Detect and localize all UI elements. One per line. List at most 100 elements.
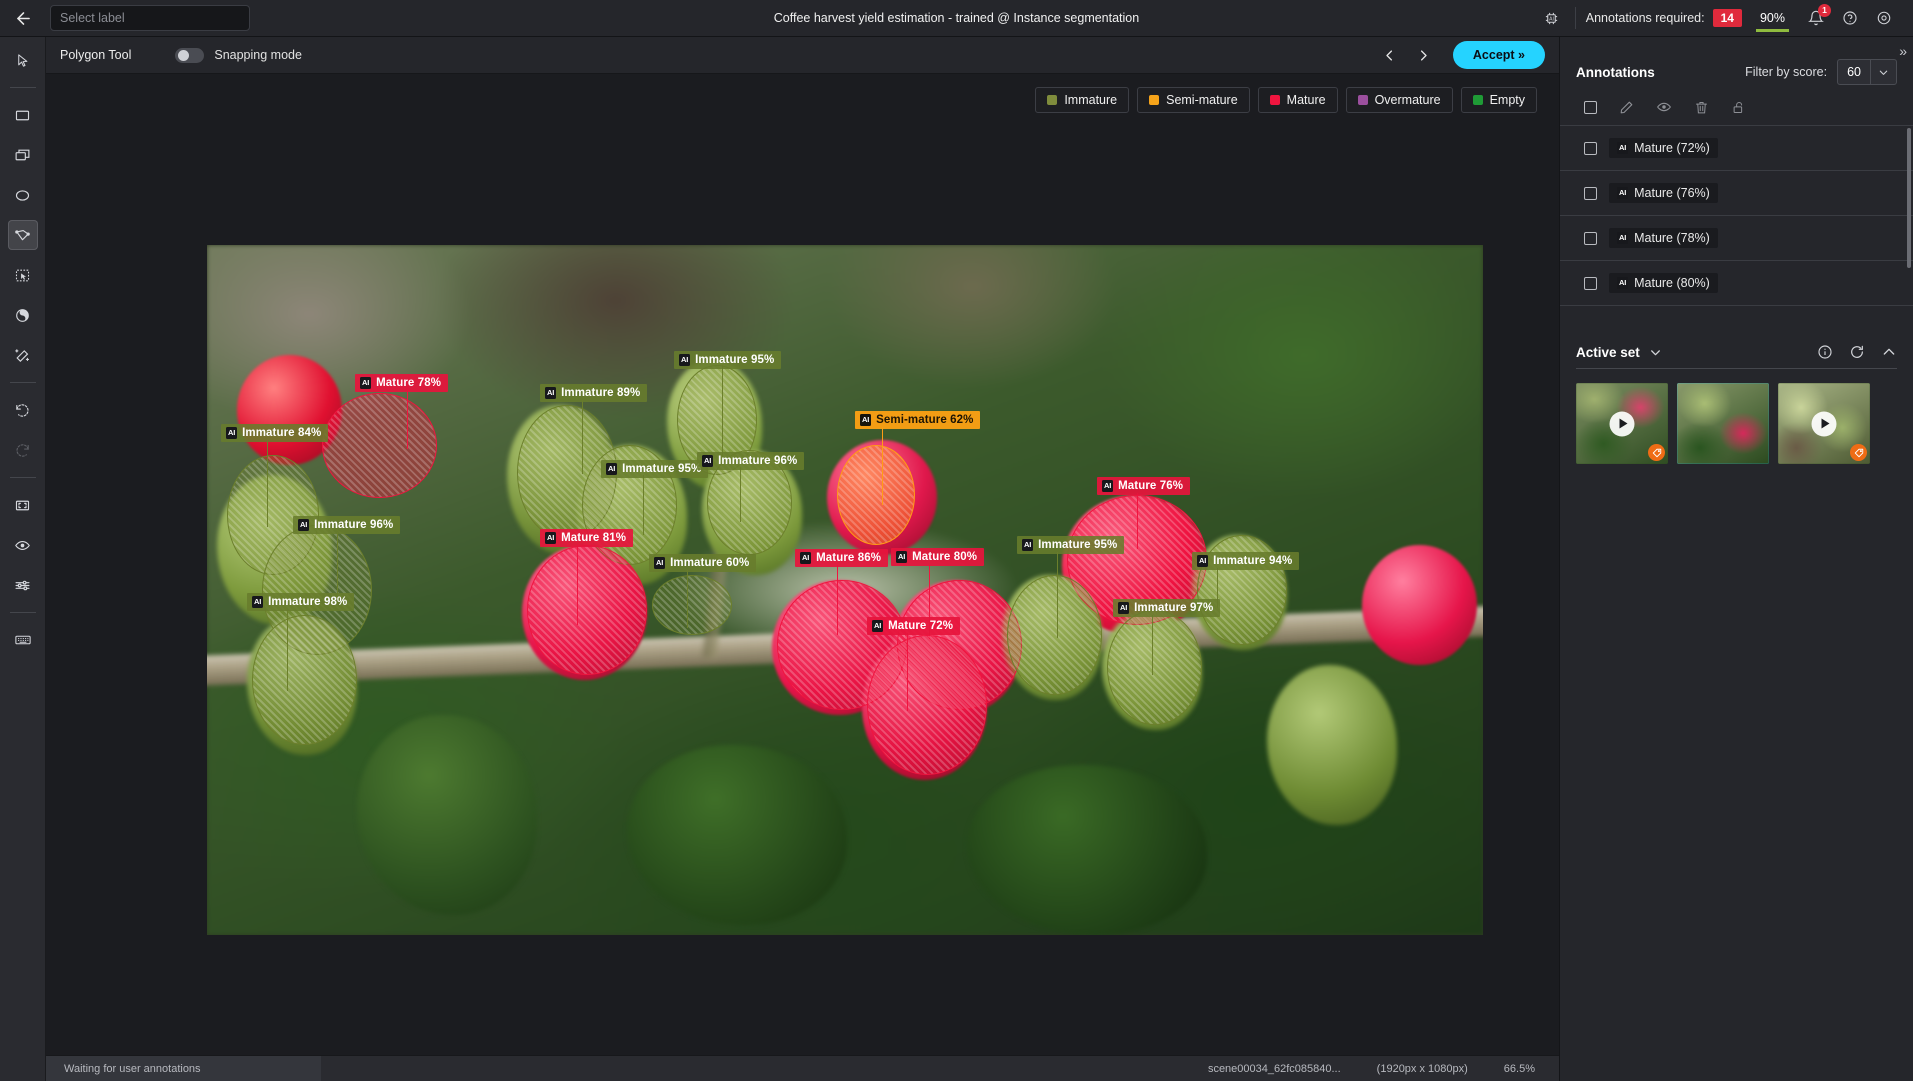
segmentation-shape[interactable]: [652, 575, 732, 635]
annotation-label[interactable]: AI Immature 95%: [1017, 536, 1125, 554]
annotation-label[interactable]: AI Mature 76%: [1097, 477, 1191, 495]
lock-annotation-button[interactable]: [1731, 100, 1746, 115]
annotation-label[interactable]: AI Mature 80%: [891, 548, 985, 566]
annotation-label-text: Immature 60%: [670, 557, 750, 569]
segmentation-shape[interactable]: [322, 393, 437, 498]
bounding-box-tool[interactable]: [8, 100, 38, 130]
label-select-input[interactable]: Select label: [50, 5, 250, 31]
annotation-label[interactable]: AI Mature 81%: [540, 529, 634, 547]
info-circle-icon[interactable]: [1817, 344, 1833, 360]
annotation-label[interactable]: AI Immature 89%: [540, 384, 648, 402]
thumbnail-1[interactable]: [1576, 383, 1668, 464]
canvas-area[interactable]: Immature Semi-mature Mature Overmature Empty: [46, 74, 1559, 1055]
annotation-label[interactable]: AI Mature 86%: [795, 549, 889, 567]
toggle-visibility-button[interactable]: [8, 530, 38, 560]
annotation-row-checkbox[interactable]: [1584, 141, 1597, 155]
label-chip-mature[interactable]: Mature: [1257, 87, 1338, 113]
toggle-annotation-visibility-button[interactable]: [1656, 99, 1672, 115]
delete-annotation-button[interactable]: [1694, 100, 1709, 115]
snapping-mode-toggle[interactable]: [175, 47, 205, 63]
object-coloring-tool[interactable]: [8, 300, 38, 330]
progress-percent[interactable]: 90%: [1746, 0, 1799, 37]
segmentation-shape[interactable]: [867, 635, 987, 775]
ai-badge: AI: [896, 551, 908, 563]
back-button[interactable]: [0, 0, 46, 37]
selection-tool[interactable]: [8, 45, 38, 75]
refresh-icon[interactable]: [1849, 344, 1865, 360]
annotation-label[interactable]: AI Immature 60%: [649, 554, 757, 572]
tag-icon: [1648, 444, 1665, 461]
chevron-double-right-icon[interactable]: »: [1899, 43, 1907, 59]
help-circle-icon[interactable]: [1833, 0, 1867, 37]
auto-segmentation-tool[interactable]: [8, 340, 38, 370]
segmentation-shape[interactable]: [837, 445, 915, 545]
annotation-label[interactable]: AI Immature 98%: [247, 593, 355, 611]
segmentation-shape[interactable]: [1107, 610, 1202, 725]
annotation-label[interactable]: AI Mature 72%: [867, 617, 961, 635]
chevron-down-icon[interactable]: [1871, 60, 1896, 84]
fit-to-screen-button[interactable]: [8, 490, 38, 520]
sub-bar-right-group: Accept »: [1375, 40, 1545, 70]
status-filename: scene00034_62fc085840...: [1207, 1062, 1341, 1075]
annotation-label[interactable]: AI Immature 96%: [293, 516, 401, 534]
annotation-row[interactable]: AI Mature (78%): [1560, 216, 1913, 261]
annotation-label[interactable]: AI Semi-mature 62%: [855, 411, 981, 429]
annotation-row-checkbox[interactable]: [1584, 276, 1597, 290]
chevron-up-icon[interactable]: [1881, 344, 1897, 360]
chevron-down-icon[interactable]: [1649, 346, 1662, 359]
accept-button[interactable]: Accept »: [1452, 41, 1545, 69]
annotation-row[interactable]: AI Mature (72%): [1560, 126, 1913, 171]
next-frame-button[interactable]: [1409, 40, 1439, 70]
gear-icon[interactable]: [1867, 0, 1901, 37]
active-set-title: Active set: [1576, 344, 1640, 360]
rotated-box-tool[interactable]: [8, 140, 38, 170]
chip-label: Empty: [1489, 93, 1525, 107]
label-chip-semi-mature[interactable]: Semi-mature: [1137, 87, 1250, 113]
annotation-row[interactable]: AI Mature (76%): [1560, 171, 1913, 216]
annotation-label[interactable]: AI Immature 95%: [674, 351, 782, 369]
annotation-row[interactable]: AI Mature (80%): [1560, 261, 1913, 306]
segmentation-shape[interactable]: [527, 545, 647, 675]
segmentation-shape[interactable]: [1007, 575, 1102, 695]
bell-icon[interactable]: 1: [1799, 0, 1833, 37]
previous-frame-button[interactable]: [1375, 40, 1405, 70]
play-icon[interactable]: [1609, 411, 1635, 436]
annotation-row-checkbox[interactable]: [1584, 231, 1597, 245]
annotation-label[interactable]: AI Immature 97%: [1113, 599, 1221, 617]
annotation-label[interactable]: AI Immature 96%: [697, 452, 805, 470]
annotation-label[interactable]: AI Immature 95%: [601, 460, 709, 478]
annotation-row-label: Mature (72%): [1634, 141, 1710, 155]
keyboard-shortcuts-button[interactable]: [8, 625, 38, 655]
tag-icon: [1850, 444, 1867, 461]
annotation-label[interactable]: AI Mature 78%: [355, 374, 449, 392]
undo-button[interactable]: [8, 395, 38, 425]
label-chip-immature[interactable]: Immature: [1035, 87, 1130, 113]
thumbnail-2[interactable]: [1677, 383, 1769, 464]
label-chip-overmature[interactable]: Overmature: [1345, 87, 1453, 113]
select-all-checkbox[interactable]: [1584, 100, 1597, 114]
segmentation-shape[interactable]: [252, 615, 357, 745]
redo-button[interactable]: [8, 435, 38, 465]
annotation-label[interactable]: AI Immature 94%: [1192, 552, 1300, 570]
chip-label: Immature: [1064, 93, 1118, 107]
label-chip-empty[interactable]: Empty: [1460, 87, 1537, 113]
ai-chip-icon[interactable]: AI: [1535, 0, 1569, 37]
progress-underline: [1755, 28, 1789, 32]
thumbnail-3[interactable]: [1778, 383, 1870, 464]
annotated-image[interactable]: AI Mature 78% AI Immature 84% AI Immature 95%…: [207, 245, 1483, 935]
edit-annotation-button[interactable]: [1619, 100, 1634, 115]
circle-tool[interactable]: [8, 180, 38, 210]
polygon-tool[interactable]: [7, 220, 38, 250]
filter-score-select[interactable]: 60: [1837, 59, 1897, 85]
main-body: Polygon Tool Snapping mode Accept » Imma…: [0, 37, 1913, 1081]
active-set-header: Active set: [1576, 344, 1897, 369]
annotation-settings-button[interactable]: [8, 570, 38, 600]
annotation-row-checkbox[interactable]: [1584, 186, 1597, 200]
play-icon[interactable]: [1811, 411, 1837, 436]
interactive-segmentation-tool[interactable]: [8, 260, 38, 290]
annotations-required-count: 14: [1712, 9, 1742, 27]
annotations-scrollbar[interactable]: [1907, 128, 1911, 268]
annotation-leader-line: [722, 365, 724, 457]
annotation-label[interactable]: AI Immature 84%: [221, 424, 329, 442]
ai-badge: AI: [545, 532, 557, 544]
